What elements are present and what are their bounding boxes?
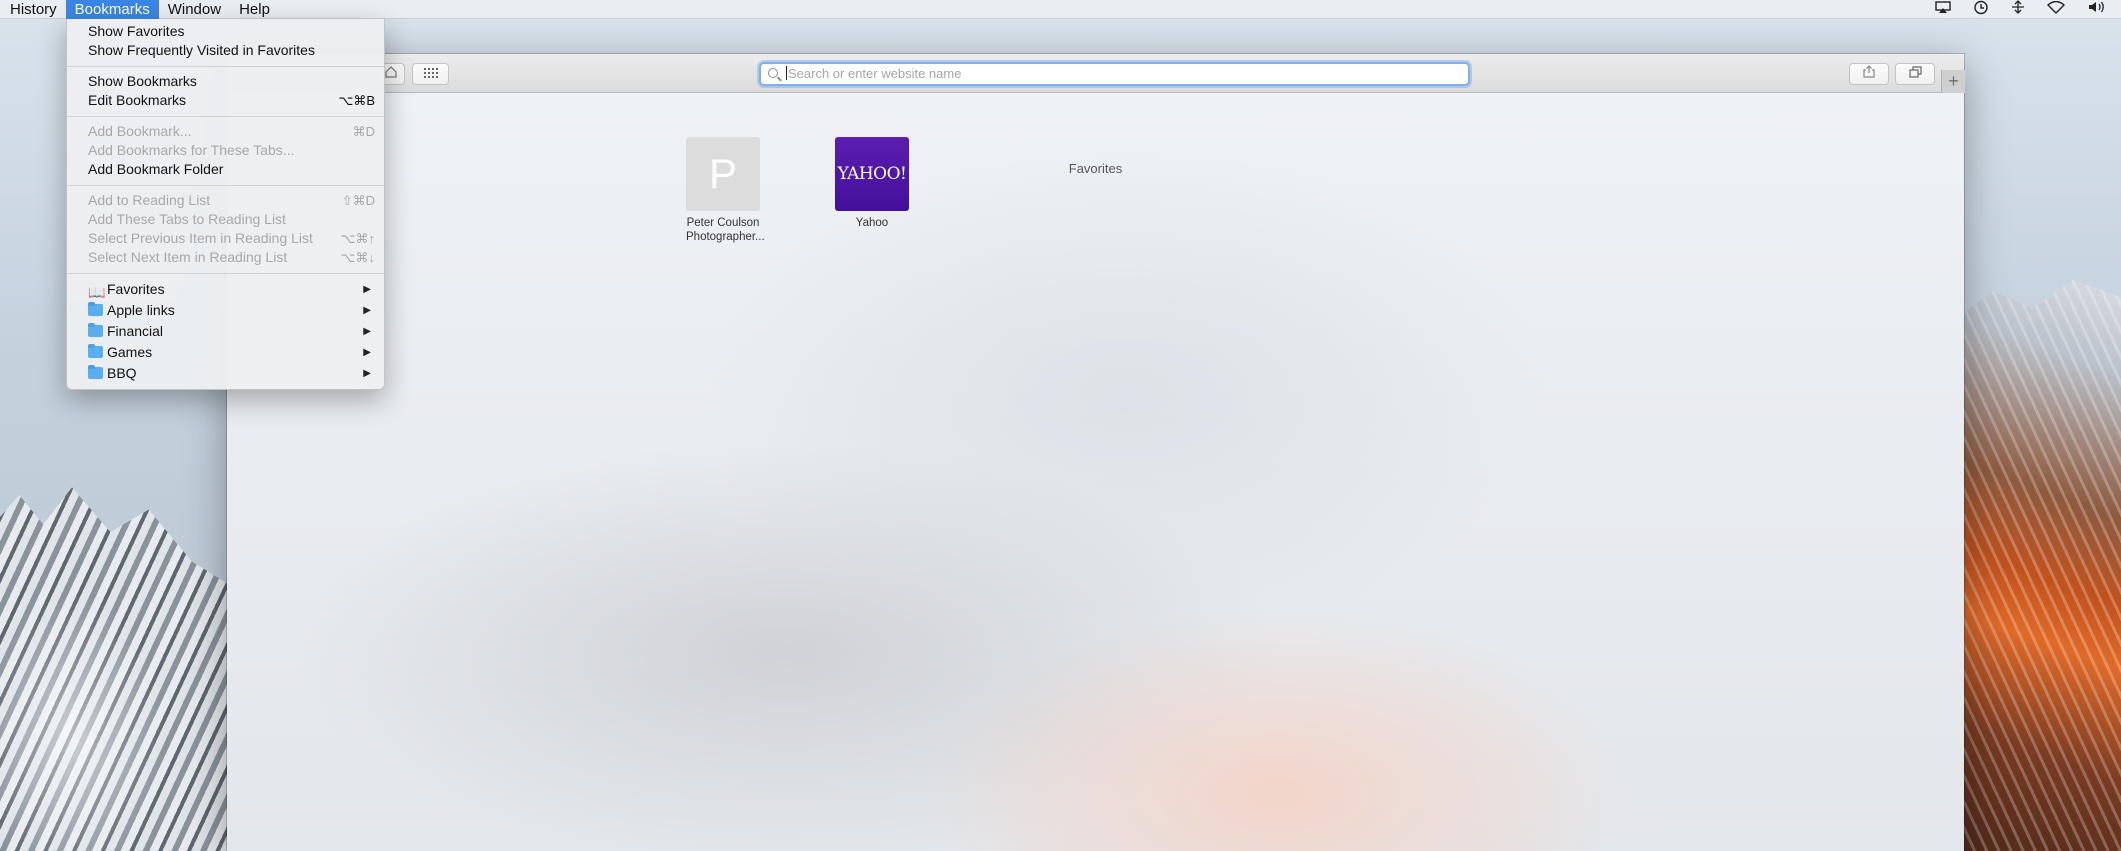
menu-item-select-previous-reading: Select Previous Item in Reading List ⌥⌘↑ — [88, 230, 375, 246]
safari-window: Search or enter website name + Favorites… — [227, 54, 1965, 851]
submenu-games[interactable]: Games ▶ — [67, 342, 384, 363]
address-bar[interactable]: Search or enter website name — [759, 62, 1470, 86]
submenu-apple-links[interactable]: Apple links ▶ — [67, 300, 384, 321]
favorites-page: Favorites P Peter Coulson Photographer..… — [227, 93, 1964, 851]
bookmarks-dropdown-menu: Show Favorites Show Frequently Visited i… — [66, 19, 385, 390]
folder-icon — [88, 323, 103, 337]
submenu-arrow-icon: ▶ — [363, 347, 371, 358]
favorite-tile-yahoo[interactable]: YAHOO! Yahoo — [835, 137, 909, 230]
menu-help[interactable]: Help — [230, 0, 279, 19]
menu-history[interactable]: History — [0, 0, 66, 19]
shortcut-label: ⌥⌘↓ — [340, 250, 375, 265]
wifi-icon[interactable] — [2046, 0, 2066, 19]
home-icon — [385, 66, 397, 78]
volume-icon[interactable] — [2087, 0, 2107, 19]
shortcut-label: ⇧⌘D — [341, 193, 375, 208]
menu-item-show-bookmarks[interactable]: Show Bookmarks — [67, 72, 384, 91]
yahoo-logo-icon: YAHOO! — [835, 137, 909, 211]
folder-icon — [88, 344, 103, 358]
submenu-arrow-icon: ▶ — [363, 368, 371, 379]
menu-separator — [67, 116, 384, 117]
time-machine-icon[interactable] — [1973, 0, 1989, 20]
status-area — [1935, 0, 2121, 19]
menu-separator — [67, 185, 384, 186]
shortcut-label: ⌘D — [352, 124, 375, 139]
favorite-label: Yahoo — [855, 217, 889, 229]
submenu-arrow-icon: ▶ — [363, 326, 371, 337]
search-icon — [768, 68, 778, 78]
letter-p-icon: P — [686, 137, 760, 211]
new-tab-button[interactable]: + — [1941, 70, 1965, 93]
snowy-mountain-left — [0, 487, 240, 851]
menu-window[interactable]: Window — [159, 0, 230, 19]
menu-item-add-tabs-to-reading-list: Add These Tabs to Reading List — [88, 211, 286, 227]
shortcut-label: ⌥⌘↑ — [340, 231, 375, 246]
autumn-mountain-right — [1961, 280, 2121, 851]
menu-item-add-bookmark-folder[interactable]: Add Bookmark Folder — [67, 160, 384, 179]
menu-item-show-favorites[interactable]: Show Favorites — [67, 22, 384, 41]
menu-item-add-bookmarks-for-tabs: Add Bookmarks for These Tabs... — [88, 142, 295, 158]
folder-icon — [88, 302, 103, 316]
menu-item-select-next-reading: Select Next Item in Reading List ⌥⌘↓ — [88, 249, 375, 265]
top-sites-button[interactable] — [412, 63, 449, 85]
menu-bookmarks[interactable]: Bookmarks — [65, 0, 159, 19]
menu-item-show-frequently-visited[interactable]: Show Frequently Visited in Favorites — [67, 41, 384, 60]
submenu-arrow-icon: ▶ — [363, 305, 371, 316]
text-cursor — [786, 66, 787, 80]
shortcut-label: ⌥⌘B — [338, 93, 375, 108]
menu-item-edit-bookmarks[interactable]: Edit Bookmarks ⌥⌘B — [67, 91, 384, 110]
menu-separator — [67, 66, 384, 67]
submenu-arrow-icon: ▶ — [363, 284, 371, 295]
favorite-label: Peter Coulson Photographer... — [686, 217, 765, 243]
share-button[interactable] — [1849, 63, 1889, 85]
favorites-title: Favorites — [1068, 161, 1123, 176]
network-arrows-icon[interactable] — [2011, 0, 2025, 19]
menu-separator — [67, 273, 384, 274]
menu-item-add-bookmark: Add Bookmark... ⌘D — [88, 123, 375, 139]
folder-icon — [88, 365, 103, 379]
airplay-icon[interactable] — [1935, 0, 1951, 19]
browser-toolbar: Search or enter website name + — [227, 54, 1965, 93]
favorite-tile-peter-coulson[interactable]: P Peter Coulson Photographer... — [686, 137, 765, 244]
submenu-favorites[interactable]: 📖 Favorites ▶ — [67, 279, 384, 300]
tabs-overview-icon — [1908, 66, 1922, 78]
grid-icon — [423, 68, 438, 78]
submenu-financial[interactable]: Financial ▶ — [67, 321, 384, 342]
menu-bar: History Bookmarks Window Help — [0, 0, 2121, 19]
address-placeholder: Search or enter website name — [788, 66, 962, 81]
show-tabs-button[interactable] — [1895, 63, 1935, 85]
menu-item-add-to-reading-list: Add to Reading List ⇧⌘D — [88, 192, 375, 208]
submenu-bbq[interactable]: BBQ ▶ — [67, 363, 384, 384]
share-icon — [1863, 65, 1875, 78]
